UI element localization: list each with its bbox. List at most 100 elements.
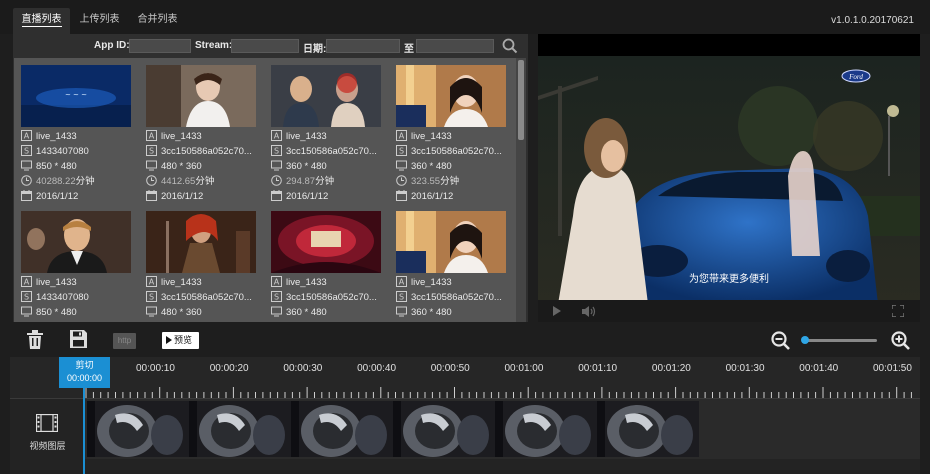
- stream-thumbnail[interactable]: [146, 65, 256, 127]
- stream-id-row: S 3cc150586a052c70...: [396, 144, 502, 159]
- stream-duration-value: 4412.65: [161, 176, 196, 187]
- svg-text:A: A: [149, 132, 155, 141]
- grid-scrollbar[interactable]: [516, 58, 526, 322]
- video-clip-frame[interactable]: [597, 401, 699, 457]
- stream-id-row: S 1433407080: [21, 290, 89, 305]
- stream-duration-row: 323.55分钟: [396, 174, 459, 189]
- stream-id: 1433407080: [36, 292, 89, 303]
- edit-toolbar: http 预览: [0, 326, 930, 356]
- play-icon[interactable]: [552, 306, 562, 316]
- preview-button[interactable]: 预览: [162, 332, 199, 349]
- stream-date: 2016/1/12: [161, 191, 204, 202]
- video-track[interactable]: [85, 399, 920, 459]
- stream-thumbnail[interactable]: ~ ~ ~: [21, 65, 131, 127]
- app-id-input[interactable]: [129, 39, 191, 53]
- zoom-slider[interactable]: [803, 339, 877, 342]
- zoom-in-icon[interactable]: [891, 331, 910, 350]
- svg-text:S: S: [24, 293, 29, 302]
- stream-card[interactable]: Alive_1433 S 3cc150586a052c70... 360 * 480: [271, 211, 389, 322]
- ruler-tick-label: 00:01:10: [578, 363, 618, 374]
- save-icon[interactable]: [70, 330, 87, 348]
- stream-card[interactable]: Alive_1433 S 3cc150586a052c70... 360 * 480 2…: [271, 65, 389, 205]
- stream-name-row: Alive_1433: [396, 275, 452, 290]
- stream-input[interactable]: [231, 39, 299, 53]
- ruler-tick-label: 00:01:20: [651, 363, 691, 374]
- stream-resolution: 850 * 480: [36, 307, 77, 318]
- trash-icon[interactable]: [27, 330, 43, 349]
- app-id-label: App ID:: [94, 40, 130, 51]
- stream-card[interactable]: Alive_1433 S 3cc150586a052c70... 480 * 360: [146, 211, 264, 322]
- clock-icon: [21, 175, 36, 187]
- stream-id-row: S 3cc150586a052c70...: [271, 144, 377, 159]
- stream-name: live_1433: [411, 131, 452, 142]
- stream-name-row: Alive_1433: [271, 129, 327, 144]
- stream-thumbnail[interactable]: [396, 65, 506, 127]
- app-window: 直播列表 上传列表 合并列表 v1.0.1.0.20170621 App ID:…: [0, 0, 930, 474]
- cut-marker[interactable]: 剪切 00:00:00: [59, 357, 110, 388]
- ruler-tick-label: 00:01:00: [504, 363, 544, 374]
- tab-live-list[interactable]: 直播列表: [13, 8, 70, 34]
- playhead-line[interactable]: [83, 388, 85, 474]
- name-icon: A: [396, 276, 411, 288]
- fullscreen-icon[interactable]: [892, 305, 904, 317]
- stream-id: 1433407080: [36, 146, 89, 157]
- stream-card[interactable]: ~ ~ ~ Alive_1433 S 1433407080 850 * 480 40288…: [21, 65, 139, 205]
- stream-id-row: S 3cc150586a052c70...: [146, 290, 252, 305]
- timeline-ruler[interactable]: 00:00:10 00:00:20 00:00:30 00:00:40 00:00:50…: [10, 357, 920, 399]
- video-frame[interactable]: Ford 为您带来更多便利: [538, 56, 920, 304]
- stream-thumbnail[interactable]: [396, 211, 506, 273]
- stream-card[interactable]: Alive_1433 S 3cc150586a052c70... 360 * 480 3…: [396, 65, 514, 205]
- monitor-icon: [146, 306, 161, 318]
- stream-name-row: Alive_1433: [21, 129, 77, 144]
- video-clip-frame[interactable]: [291, 401, 393, 457]
- grid-scroll-thumb[interactable]: [518, 60, 524, 140]
- ruler-tick-label: 00:00:10: [136, 363, 175, 374]
- stream-name: live_1433: [411, 277, 452, 288]
- stream-resolution-row: 850 * 480: [21, 305, 77, 320]
- monitor-icon: [271, 306, 286, 318]
- search-icon[interactable]: [502, 38, 518, 54]
- zoom-slider-knob[interactable]: [801, 336, 810, 344]
- svg-text:A: A: [274, 278, 280, 287]
- tab-upload-list[interactable]: 上传列表: [72, 8, 127, 34]
- stream-card[interactable]: Alive_1433 S 1433407080 850 * 480: [21, 211, 139, 322]
- stream-id-row: S 3cc150586a052c70...: [146, 144, 252, 159]
- calendar-icon: [21, 190, 36, 202]
- video-clip-frame[interactable]: [495, 401, 597, 457]
- zoom-out-icon[interactable]: [771, 331, 790, 350]
- date-from-input[interactable]: [326, 39, 400, 53]
- date-to-input[interactable]: [416, 39, 494, 53]
- name-icon: A: [271, 276, 286, 288]
- tab-bar: 直播列表 上传列表 合并列表 v1.0.1.0.20170621: [0, 0, 930, 34]
- video-layer-header: 视频图层: [10, 399, 85, 459]
- video-clip-frame[interactable]: [393, 401, 495, 457]
- ruler-tick-label: 00:01:50: [873, 363, 912, 374]
- stream-id: 3cc150586a052c70...: [411, 292, 502, 303]
- stream-id-row: S 1433407080: [21, 144, 89, 159]
- svg-text:~ ~ ~: ~ ~ ~: [65, 91, 87, 99]
- http-button[interactable]: http: [113, 333, 136, 349]
- tab-merge-list[interactable]: 合并列表: [130, 8, 185, 34]
- monitor-icon: [21, 306, 36, 318]
- stream-card[interactable]: Alive_1433 S 3cc150586a052c70... 360 * 480: [396, 211, 514, 322]
- stream-name-row: Alive_1433: [146, 129, 202, 144]
- stream-id-icon: S: [271, 145, 286, 157]
- stream-label: Stream:: [195, 40, 233, 51]
- stream-thumbnail[interactable]: [271, 65, 381, 127]
- volume-icon[interactable]: [582, 306, 596, 317]
- date-label: 日期:: [303, 44, 327, 55]
- stream-resolution: 850 * 480: [36, 161, 77, 172]
- stream-card[interactable]: Alive_1433 S 3cc150586a052c70... 480 * 360 4…: [146, 65, 264, 205]
- stream-thumbnail[interactable]: [21, 211, 131, 273]
- ruler-tick-label: 00:01:40: [799, 363, 839, 374]
- video-clip-frame[interactable]: [87, 401, 189, 457]
- svg-text:S: S: [274, 293, 279, 302]
- monitor-icon: [271, 160, 286, 172]
- name-icon: A: [146, 130, 161, 142]
- monitor-icon: [146, 160, 161, 172]
- video-clip-frame[interactable]: [189, 401, 291, 457]
- stream-id: 3cc150586a052c70...: [161, 146, 252, 157]
- player-controls: [538, 300, 920, 322]
- stream-thumbnail[interactable]: [271, 211, 381, 273]
- stream-thumbnail[interactable]: [146, 211, 256, 273]
